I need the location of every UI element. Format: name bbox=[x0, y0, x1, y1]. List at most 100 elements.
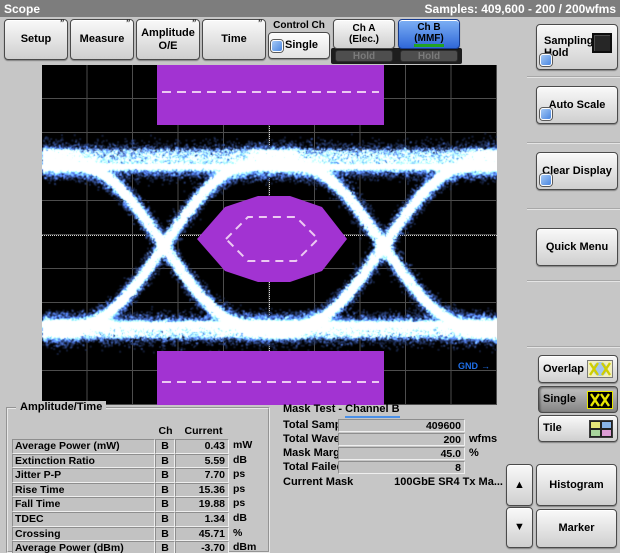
measurements-header: Ch Current bbox=[8, 425, 268, 438]
row-channel: B bbox=[155, 527, 175, 542]
mask-row-value: 8 bbox=[338, 461, 465, 474]
row-channel: B bbox=[155, 454, 175, 469]
channel-a-button[interactable]: Ch A (Elec.) bbox=[333, 19, 395, 49]
tile-view-button[interactable]: Tile bbox=[538, 415, 618, 442]
row-label: Crossing bbox=[12, 527, 155, 542]
single-checkbox[interactable] bbox=[271, 40, 283, 52]
menu-corner-icon: ” bbox=[60, 19, 65, 29]
channel-b-button[interactable]: Ch B (MMF) bbox=[398, 19, 460, 49]
panel-separator bbox=[527, 142, 620, 144]
mask-test-title-prefix: Mask Test - bbox=[283, 403, 345, 415]
panel-separator bbox=[527, 76, 620, 78]
up-arrow-icon: ▲ bbox=[514, 479, 525, 491]
mask-overlay bbox=[42, 65, 497, 405]
channel-a-hold-button[interactable]: Hold bbox=[335, 50, 393, 62]
gnd-marker: GND → bbox=[458, 361, 490, 371]
row-channel: B bbox=[155, 512, 175, 527]
clear-display-button[interactable]: Clear Display bbox=[536, 152, 618, 190]
channel-b-hold-button[interactable]: Hold bbox=[400, 50, 458, 62]
table-row: Rise Time B 15.36 ps bbox=[8, 483, 268, 498]
overlap-eyes-icon bbox=[587, 360, 613, 378]
setup-label: Setup bbox=[21, 33, 52, 45]
row-label: Rise Time bbox=[12, 483, 155, 498]
menu-corner-icon: ” bbox=[126, 19, 131, 29]
row-value: -3.70 bbox=[175, 541, 229, 553]
mask-row-unit: wfms bbox=[469, 433, 497, 445]
mask-row-value: 200 bbox=[338, 433, 465, 446]
clear-display-checkbox[interactable] bbox=[540, 174, 552, 186]
current-mask-value: 100GbE SR4 Tx Ma... bbox=[338, 476, 503, 488]
row-label: TDEC bbox=[12, 512, 155, 527]
table-row: Jitter P-P B 7.70 ps bbox=[8, 468, 268, 483]
single-eye-icon bbox=[587, 391, 613, 409]
col-header-ch: Ch bbox=[155, 425, 176, 437]
channel-a-sublabel: (Elec.) bbox=[349, 34, 379, 45]
setup-button[interactable]: Setup ” bbox=[4, 19, 68, 60]
row-value: 1.34 bbox=[175, 512, 229, 527]
row-unit: dBm bbox=[229, 541, 256, 553]
marker-label: Marker bbox=[558, 522, 594, 534]
scroll-down-button[interactable]: ▼ bbox=[506, 507, 533, 548]
channel-b-label: Ch B bbox=[417, 22, 440, 33]
auto-scale-checkbox[interactable] bbox=[540, 108, 552, 120]
scope-app: Scope Samples: 409,600 - 200 / 200wfms S… bbox=[0, 0, 620, 553]
eye-diagram-display: GND → bbox=[42, 65, 497, 405]
tile-grid-icon bbox=[589, 420, 613, 438]
quick-menu-button[interactable]: Quick Menu bbox=[536, 228, 618, 266]
sampling-hold-button[interactable]: Sampling Hold bbox=[536, 24, 618, 70]
control-ch-label: Control Ch bbox=[268, 20, 330, 31]
row-value: 5.59 bbox=[175, 454, 229, 469]
clear-display-label: Clear Display bbox=[542, 165, 612, 177]
row-value: 7.70 bbox=[175, 468, 229, 483]
measurements-rows: Average Power (mW) B 0.43 mW Extinction … bbox=[8, 439, 268, 553]
row-label: Extinction Ratio bbox=[12, 454, 155, 469]
measure-button[interactable]: Measure” bbox=[70, 19, 134, 60]
gnd-label: GND bbox=[458, 361, 478, 371]
row-value: 45.71 bbox=[175, 527, 229, 542]
menu-corner-icon: ” bbox=[192, 19, 197, 29]
time-label: Time bbox=[221, 33, 246, 45]
marker-button[interactable]: Marker bbox=[536, 509, 617, 548]
table-row: Average Power (dBm) B -3.70 dBm bbox=[8, 541, 268, 553]
histogram-label: Histogram bbox=[549, 479, 603, 491]
mask-row-unit: % bbox=[469, 447, 479, 459]
row-label: Jitter P-P bbox=[12, 468, 155, 483]
overlap-label: Overlap bbox=[543, 363, 584, 375]
mask-test-title: Mask Test - Channel B bbox=[283, 403, 400, 415]
titlebar: Scope Samples: 409,600 - 200 / 200wfms bbox=[0, 0, 620, 17]
row-channel: B bbox=[155, 483, 175, 498]
row-channel: B bbox=[155, 497, 175, 512]
control-ch-single-button[interactable]: Single bbox=[268, 32, 330, 59]
row-unit: dB bbox=[229, 454, 247, 469]
panel-separator bbox=[527, 208, 620, 210]
panel-separator bbox=[527, 280, 620, 282]
amplitude-oe-button[interactable]: Amplitude O/E” bbox=[136, 19, 200, 60]
row-value: 15.36 bbox=[175, 483, 229, 498]
row-unit: ps bbox=[229, 483, 245, 498]
auto-scale-button[interactable]: Auto Scale bbox=[536, 86, 618, 124]
mask-row-value: 409600 bbox=[338, 419, 465, 432]
channel-a-label: Ch A bbox=[353, 23, 376, 34]
row-unit: ps bbox=[229, 468, 245, 483]
single-view-label: Single bbox=[543, 393, 576, 405]
channel-a-hold-label: Hold bbox=[353, 51, 375, 62]
mask-test-panel: Mask Test - Channel B Total Samples 4096… bbox=[283, 403, 515, 503]
row-value: 0.43 bbox=[175, 439, 229, 454]
row-unit: ps bbox=[229, 497, 245, 512]
mask-test-channel-tab[interactable]: Channel B bbox=[345, 403, 399, 418]
row-channel: B bbox=[155, 468, 175, 483]
histogram-button[interactable]: Histogram bbox=[536, 464, 617, 506]
overlap-view-button[interactable]: Overlap bbox=[538, 355, 618, 383]
single-view-button[interactable]: Single bbox=[538, 386, 618, 413]
samples-readout: Samples: 409,600 - 200 / 200wfms bbox=[425, 2, 616, 16]
amplitude-time-title: Amplitude/Time bbox=[16, 401, 106, 413]
menu-corner-icon: ” bbox=[258, 19, 263, 29]
sampling-hold-checkbox[interactable] bbox=[540, 54, 552, 66]
channel-b-hold-label: Hold bbox=[418, 51, 440, 62]
measure-label: Measure bbox=[80, 33, 125, 45]
quick-menu-label: Quick Menu bbox=[546, 241, 608, 253]
time-button[interactable]: Time ” bbox=[202, 19, 266, 60]
down-arrow-icon: ▼ bbox=[514, 521, 525, 533]
table-row: Fall Time B 19.88 ps bbox=[8, 497, 268, 512]
table-row: TDEC B 1.34 dB bbox=[8, 512, 268, 527]
